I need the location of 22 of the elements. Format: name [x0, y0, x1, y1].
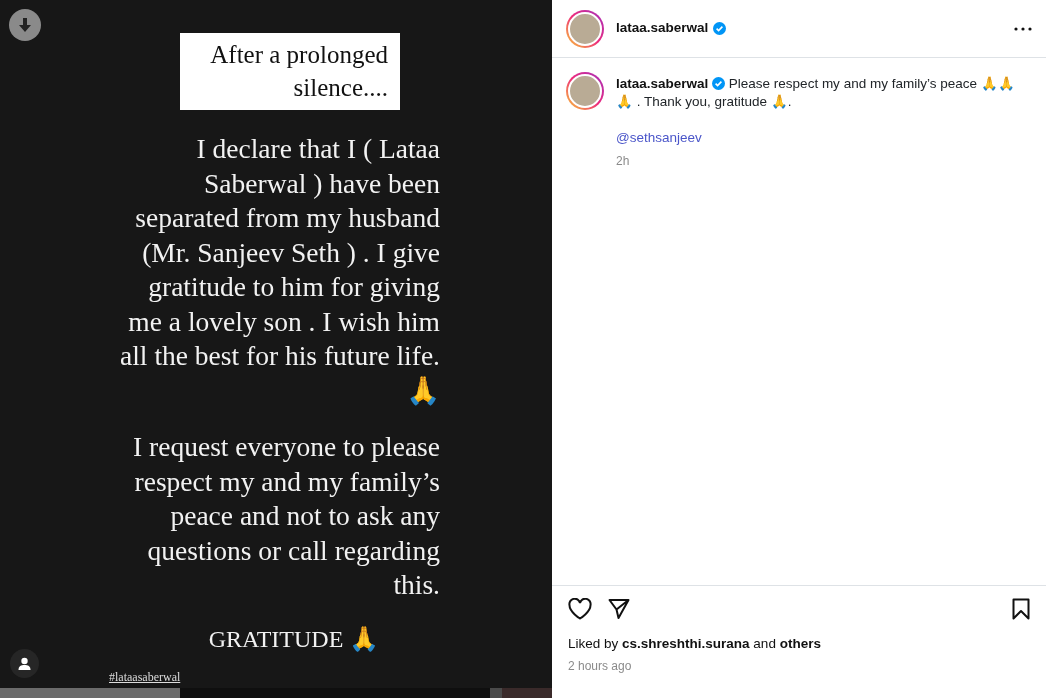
- avatar-image[interactable]: [566, 9, 604, 48]
- avatar-image[interactable]: [566, 72, 604, 110]
- story-title: After a prolonged silence....: [180, 33, 400, 110]
- likes-text: Liked by cs.shreshthi.surana and others: [568, 635, 822, 653]
- hashtag-link[interactable]: #lataasaberwal: [109, 668, 181, 686]
- caption-text: lataa.saberwal Please respect my and my family’s peace 🙏🙏🙏 . Thank you, gratitude 🙏.: [616, 75, 1016, 111]
- story-closing: GRATITUDE 🙏: [207, 624, 381, 654]
- like-button[interactable]: [568, 598, 592, 620]
- username-link[interactable]: lataa.saberwal: [616, 76, 709, 91]
- username-link[interactable]: lataa.saberwal: [616, 18, 709, 39]
- more-options-button[interactable]: [1014, 26, 1032, 31]
- tagged-users-button[interactable]: [10, 649, 39, 678]
- download-button[interactable]: [9, 9, 41, 41]
- mention-link[interactable]: @sethsanjeev: [616, 129, 702, 147]
- share-button[interactable]: [608, 598, 630, 620]
- story-paragraph: I declare that I ( Lataa Saberwal ) have been separated from my husband (Mr. Sanjeev Seth ) . I give gratitude to him for giving me a lovely son . I wish him all the best for his future life. 🙏: [119, 132, 440, 408]
- story-paragraph: I request everyone to please respect my and my family’s peace and not to ask any questions or call regarding this.: [132, 430, 440, 602]
- down-arrow-icon: [18, 17, 32, 33]
- save-button[interactable]: [1012, 598, 1030, 620]
- post-time: 2 hours ago: [568, 658, 633, 676]
- person-icon: [18, 657, 31, 670]
- timestamp: 2h: [616, 153, 631, 170]
